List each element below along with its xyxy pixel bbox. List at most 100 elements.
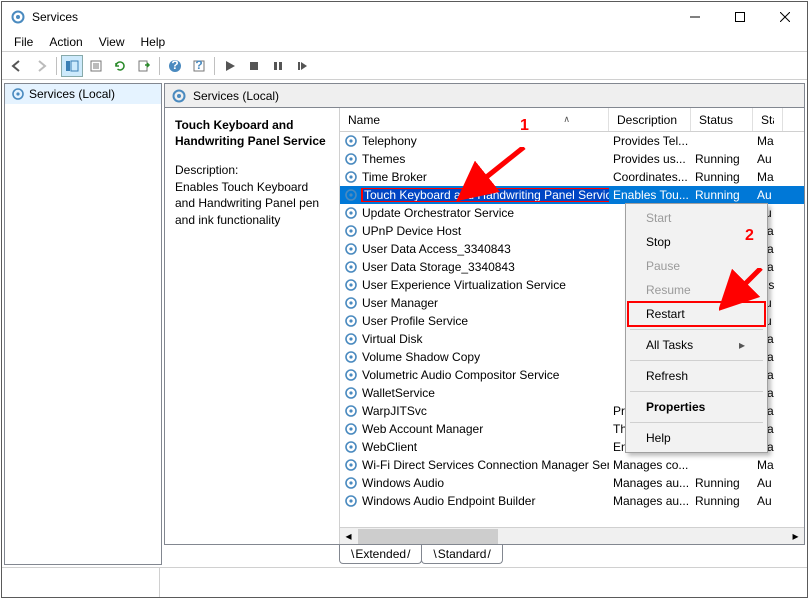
tab-extended[interactable]: \Extended/: [339, 545, 422, 564]
gear-icon: [344, 332, 358, 346]
show-hide-tree-button[interactable]: [61, 55, 83, 77]
start-service-button[interactable]: [219, 55, 241, 77]
cm-start: Start: [628, 206, 765, 230]
menu-file[interactable]: File: [6, 33, 41, 51]
cell-name: User Data Access_3340843: [340, 242, 609, 256]
service-name-label: User Data Access_3340843: [362, 242, 511, 256]
cell-name: WalletService: [340, 386, 609, 400]
col-description[interactable]: Description: [609, 108, 691, 131]
service-name-label: Windows Audio Endpoint Builder: [362, 494, 535, 508]
cell-name: WarpJITSvc: [340, 404, 609, 418]
col-status[interactable]: Status: [691, 108, 753, 131]
help-button[interactable]: ?: [164, 55, 186, 77]
service-name-label: Volume Shadow Copy: [362, 350, 480, 364]
cell-startup: Au: [753, 152, 783, 166]
service-row[interactable]: TelephonyProvides Tel...Ma: [340, 132, 804, 150]
right-header-label: Services (Local): [193, 89, 279, 103]
tree-pane: Services (Local): [4, 83, 162, 565]
gear-icon: [344, 458, 358, 472]
service-row[interactable]: Windows Audio Manages au...RunningAu: [340, 474, 804, 492]
scroll-thumb[interactable]: [358, 529, 498, 544]
col-startup[interactable]: Startup Type: [753, 108, 783, 131]
scroll-left-icon[interactable]: ◂: [340, 528, 357, 545]
separator-icon: [214, 57, 215, 75]
cell-name: Themes: [340, 152, 609, 166]
cm-help[interactable]: Help: [628, 426, 765, 450]
separator-icon: [630, 360, 763, 361]
service-name-label: Web Account Manager: [362, 422, 483, 436]
cell-startup: Au: [753, 494, 783, 508]
cell-status: Running: [691, 476, 753, 490]
gear-icon: [344, 188, 358, 202]
cell-description: Enables Tou...: [609, 188, 691, 202]
stop-service-button[interactable]: [243, 55, 265, 77]
maximize-button[interactable]: [717, 2, 762, 32]
tab-standard[interactable]: \Standard/: [421, 545, 502, 564]
restart-service-button[interactable]: [291, 55, 313, 77]
cell-name: User Manager: [340, 296, 609, 310]
gear-icon: [344, 296, 358, 310]
cell-name: Windows Audio: [340, 476, 609, 490]
svg-text:?: ?: [195, 59, 202, 72]
window-title: Services: [32, 10, 672, 24]
gear-icon: [344, 170, 358, 184]
cell-description: Manages au...: [609, 494, 691, 508]
service-name-label: User Data Storage_3340843: [362, 260, 515, 274]
cell-name: Volume Shadow Copy: [340, 350, 609, 364]
selected-service-name: Touch Keyboard and Handwriting Panel Ser…: [175, 118, 329, 149]
tree-root-item[interactable]: Services (Local): [5, 84, 161, 104]
service-name-label: Themes: [362, 152, 405, 166]
cm-resume: Resume: [628, 278, 765, 302]
cm-restart[interactable]: Restart: [628, 302, 765, 326]
export-button[interactable]: [133, 55, 155, 77]
cell-startup: Ma: [753, 170, 783, 184]
cm-refresh[interactable]: Refresh: [628, 364, 765, 388]
back-button[interactable]: [6, 55, 28, 77]
service-name-label: Touch Keyboard and Handwriting Panel Ser…: [362, 188, 609, 202]
cell-name: Wi-Fi Direct Services Connection Manager…: [340, 458, 609, 472]
service-row[interactable]: Time BrokerCoordinates...RunningMa: [340, 168, 804, 186]
gear-icon: [171, 88, 187, 104]
pause-service-button[interactable]: [267, 55, 289, 77]
cell-description: Manages co...: [609, 458, 691, 472]
separator-icon: [159, 57, 160, 75]
cell-startup: Au: [753, 476, 783, 490]
gear-icon: [344, 152, 358, 166]
gear-icon: [344, 494, 358, 508]
cm-stop[interactable]: Stop: [628, 230, 765, 254]
help2-button[interactable]: ?: [188, 55, 210, 77]
gear-icon: [344, 386, 358, 400]
col-name[interactable]: Name∧: [340, 108, 609, 131]
service-name-label: Wi-Fi Direct Services Connection Manager…: [362, 458, 609, 472]
service-row[interactable]: Wi-Fi Direct Services Connection Manager…: [340, 456, 804, 474]
horizontal-scrollbar[interactable]: ◂ ▸: [340, 527, 804, 544]
description-label: Description:: [175, 163, 329, 177]
service-row[interactable]: Touch Keyboard and Handwriting Panel Ser…: [340, 186, 804, 204]
gear-icon: [344, 476, 358, 490]
description-text: Enables Touch Keyboard and Handwriting P…: [175, 179, 329, 228]
refresh-button[interactable]: [109, 55, 131, 77]
properties-button[interactable]: [85, 55, 107, 77]
service-row[interactable]: ThemesProvides us...RunningAu: [340, 150, 804, 168]
forward-button[interactable]: [30, 55, 52, 77]
cell-name: User Profile Service: [340, 314, 609, 328]
cm-all-tasks[interactable]: All Tasks▸: [628, 333, 765, 357]
gear-icon: [11, 87, 25, 101]
service-name-label: Windows Audio: [362, 476, 444, 490]
close-button[interactable]: [762, 2, 807, 32]
gear-icon: [344, 368, 358, 382]
scroll-right-icon[interactable]: ▸: [787, 528, 804, 545]
menu-view[interactable]: View: [91, 33, 133, 51]
gear-icon: [344, 260, 358, 274]
gear-icon: [344, 224, 358, 238]
menu-help[interactable]: Help: [133, 33, 174, 51]
column-headers: Name∧ Description Status Startup Type: [340, 108, 804, 132]
cell-startup: Au: [753, 188, 783, 202]
cell-status: Running: [691, 170, 753, 184]
menu-action[interactable]: Action: [41, 33, 90, 51]
cm-properties[interactable]: Properties: [628, 395, 765, 419]
cell-description: Manages au...: [609, 476, 691, 490]
service-row[interactable]: Windows Audio Endpoint Builder Manages au…: [340, 492, 804, 510]
service-name-label: WebClient: [362, 440, 417, 454]
minimize-button[interactable]: [672, 2, 717, 32]
